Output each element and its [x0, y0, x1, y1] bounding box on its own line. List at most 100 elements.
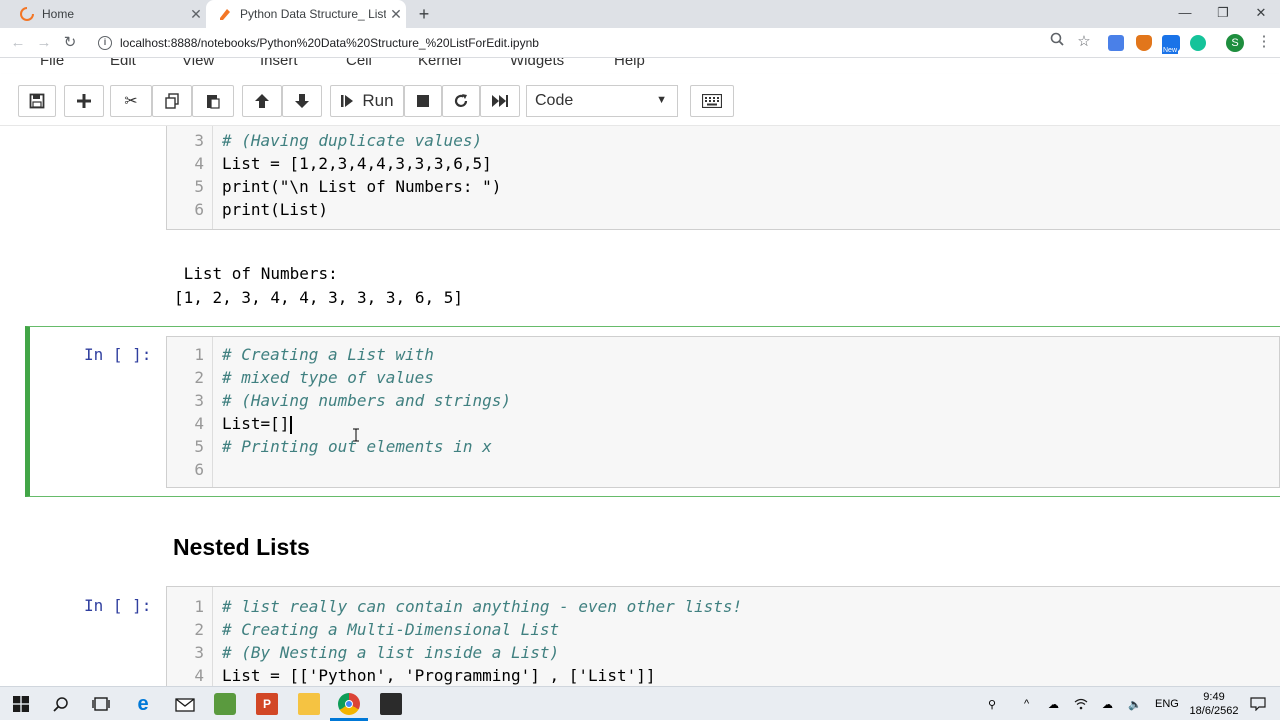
- code-line[interactable]: # list really can contain anything - eve…: [222, 597, 742, 616]
- input-language[interactable]: ENG: [1155, 687, 1179, 721]
- code-line[interactable]: # Creating a List with: [222, 345, 434, 364]
- profile-avatar[interactable]: S: [1226, 34, 1244, 52]
- close-icon[interactable]: ✕: [386, 6, 406, 23]
- new-tab-button[interactable]: +: [414, 4, 434, 24]
- grammarly-extension-icon[interactable]: [1190, 35, 1206, 51]
- text-cursor: [290, 415, 293, 434]
- code-line[interactable]: # (Having numbers and strings): [222, 391, 511, 410]
- green-app-icon[interactable]: [214, 693, 236, 715]
- restart-button[interactable]: [442, 85, 480, 117]
- code-line[interactable]: # mixed type of values: [222, 368, 434, 387]
- terminal-icon[interactable]: [380, 693, 402, 715]
- volume-icon[interactable]: 🔈: [1128, 687, 1142, 721]
- url-omnibox[interactable]: i localhost:8888/notebooks/Python%20Data…: [90, 32, 1102, 54]
- menu-file[interactable]: File: [40, 58, 64, 69]
- copy-button[interactable]: [152, 85, 192, 117]
- clock-date: 18/6/2562: [1189, 705, 1239, 717]
- cloud-upload-icon[interactable]: ☁: [1102, 687, 1113, 721]
- edge-browser-icon[interactable]: e: [132, 693, 154, 715]
- line-gutter: 3 4 5 6: [167, 126, 213, 229]
- code-cell-2[interactable]: 1 2 3 4 5 6 # Creating a List with # mix…: [166, 336, 1280, 488]
- menu-view[interactable]: View: [182, 58, 214, 69]
- code-cell-3[interactable]: 1 2 3 4 # list really can contain anythi…: [166, 586, 1280, 686]
- browser-tab-strip: Home ✕ Python Data Structure_ ListForEd …: [0, 0, 1280, 28]
- save-icon: [29, 93, 45, 109]
- new-extension-icon[interactable]: New: [1162, 35, 1180, 54]
- tray-chevron-icon[interactable]: ^: [1024, 687, 1029, 721]
- keyboard-icon: [702, 94, 722, 108]
- restart-icon: [454, 94, 468, 107]
- cut-button[interactable]: ✂: [110, 85, 152, 117]
- code-line[interactable]: # (Having duplicate values): [222, 131, 482, 150]
- code-line[interactable]: # Creating a Multi-Dimensional List: [222, 620, 559, 639]
- arrow-up-icon: [255, 94, 269, 108]
- scissors-icon: ✂: [124, 93, 138, 110]
- zoom-icon[interactable]: [1047, 32, 1067, 52]
- interrupt-button[interactable]: [404, 85, 442, 117]
- code-line[interactable]: List = [1,2,3,4,4,3,3,3,6,5]: [222, 154, 492, 173]
- window-close-icon[interactable]: ✕: [1242, 0, 1280, 28]
- menu-kernel[interactable]: Kernel: [418, 58, 461, 69]
- code-line[interactable]: print(List): [222, 200, 328, 219]
- search-icon[interactable]: [50, 693, 72, 715]
- close-icon[interactable]: ✕: [186, 6, 206, 23]
- markdown-heading: Nested Lists: [173, 534, 310, 560]
- arrow-down-icon: [295, 94, 309, 108]
- step-forward-icon: [341, 95, 354, 107]
- ibeam-cursor-icon: [353, 428, 359, 442]
- save-button[interactable]: [18, 85, 56, 117]
- back-icon[interactable]: ←: [8, 33, 28, 53]
- tab-title: Home: [42, 7, 75, 21]
- menu-insert[interactable]: Insert: [260, 58, 298, 69]
- code-line[interactable]: # (By Nesting a list inside a List): [222, 643, 559, 662]
- address-bar: ← → ↻ i localhost:8888/notebooks/Python%…: [0, 28, 1280, 58]
- mail-icon[interactable]: [174, 693, 196, 715]
- windows-start-icon[interactable]: [10, 693, 32, 715]
- clock[interactable]: 9:49 18/6/2562: [1188, 687, 1240, 721]
- forward-icon[interactable]: →: [34, 33, 54, 53]
- code-cell-1[interactable]: 3 4 5 6 # (Having duplicate values) List…: [166, 126, 1280, 230]
- file-explorer-icon[interactable]: [298, 693, 320, 715]
- people-icon[interactable]: ⚲: [988, 687, 996, 721]
- translate-extension-icon[interactable]: [1108, 35, 1124, 51]
- code-line-active[interactable]: List=[]: [222, 414, 293, 434]
- site-info-icon[interactable]: i: [98, 36, 112, 50]
- onedrive-icon[interactable]: ☁: [1048, 687, 1059, 721]
- task-view-icon[interactable]: [90, 693, 112, 715]
- move-down-button[interactable]: [282, 85, 322, 117]
- paste-button[interactable]: [192, 85, 234, 117]
- menu-widgets[interactable]: Widgets: [510, 58, 564, 69]
- stop-icon: [417, 95, 429, 107]
- menu-cell[interactable]: Cell: [346, 58, 372, 69]
- move-up-button[interactable]: [242, 85, 282, 117]
- jupyter-menubar: File Edit View Insert Cell Kernel Widget…: [20, 58, 1280, 74]
- bookmark-star-icon[interactable]: ☆: [1074, 32, 1094, 52]
- cell-output-line: [1, 2, 3, 4, 4, 3, 3, 3, 6, 5]: [174, 288, 463, 307]
- tab-title: Python Data Structure_ ListForEd: [240, 7, 386, 21]
- insert-cell-button[interactable]: [64, 85, 104, 117]
- more-menu-icon[interactable]: ⋮: [1254, 32, 1274, 52]
- menu-edit[interactable]: Edit: [110, 58, 136, 69]
- plus-icon: [77, 94, 91, 108]
- url-text[interactable]: localhost:8888/notebooks/Python%20Data%2…: [120, 36, 539, 50]
- notifications-icon[interactable]: [1250, 687, 1266, 721]
- code-line[interactable]: print("\n List of Numbers: "): [222, 177, 501, 196]
- metamask-extension-icon[interactable]: [1136, 35, 1152, 51]
- input-prompt: In [ ]:: [84, 596, 152, 615]
- tab-home[interactable]: Home ✕: [8, 0, 206, 28]
- minimize-icon[interactable]: —: [1166, 0, 1204, 28]
- powerpoint-icon[interactable]: P: [256, 693, 278, 715]
- code-line[interactable]: List = [['Python', 'Programming'] , ['Li…: [222, 666, 655, 685]
- wifi-icon[interactable]: [1074, 687, 1088, 721]
- jupyter-loading-icon: [20, 7, 34, 21]
- tab-notebook[interactable]: Python Data Structure_ ListForEd ✕: [206, 0, 406, 28]
- cell-type-select[interactable]: Code ▼: [526, 85, 678, 117]
- menu-help[interactable]: Help: [614, 58, 645, 69]
- maximize-icon[interactable]: ❐: [1204, 0, 1242, 28]
- fast-forward-icon: [492, 95, 508, 107]
- reload-icon[interactable]: ↻: [60, 33, 80, 53]
- chrome-icon[interactable]: [338, 693, 360, 715]
- command-palette-button[interactable]: [690, 85, 734, 117]
- run-button[interactable]: Run: [330, 85, 404, 117]
- restart-run-all-button[interactable]: [480, 85, 520, 117]
